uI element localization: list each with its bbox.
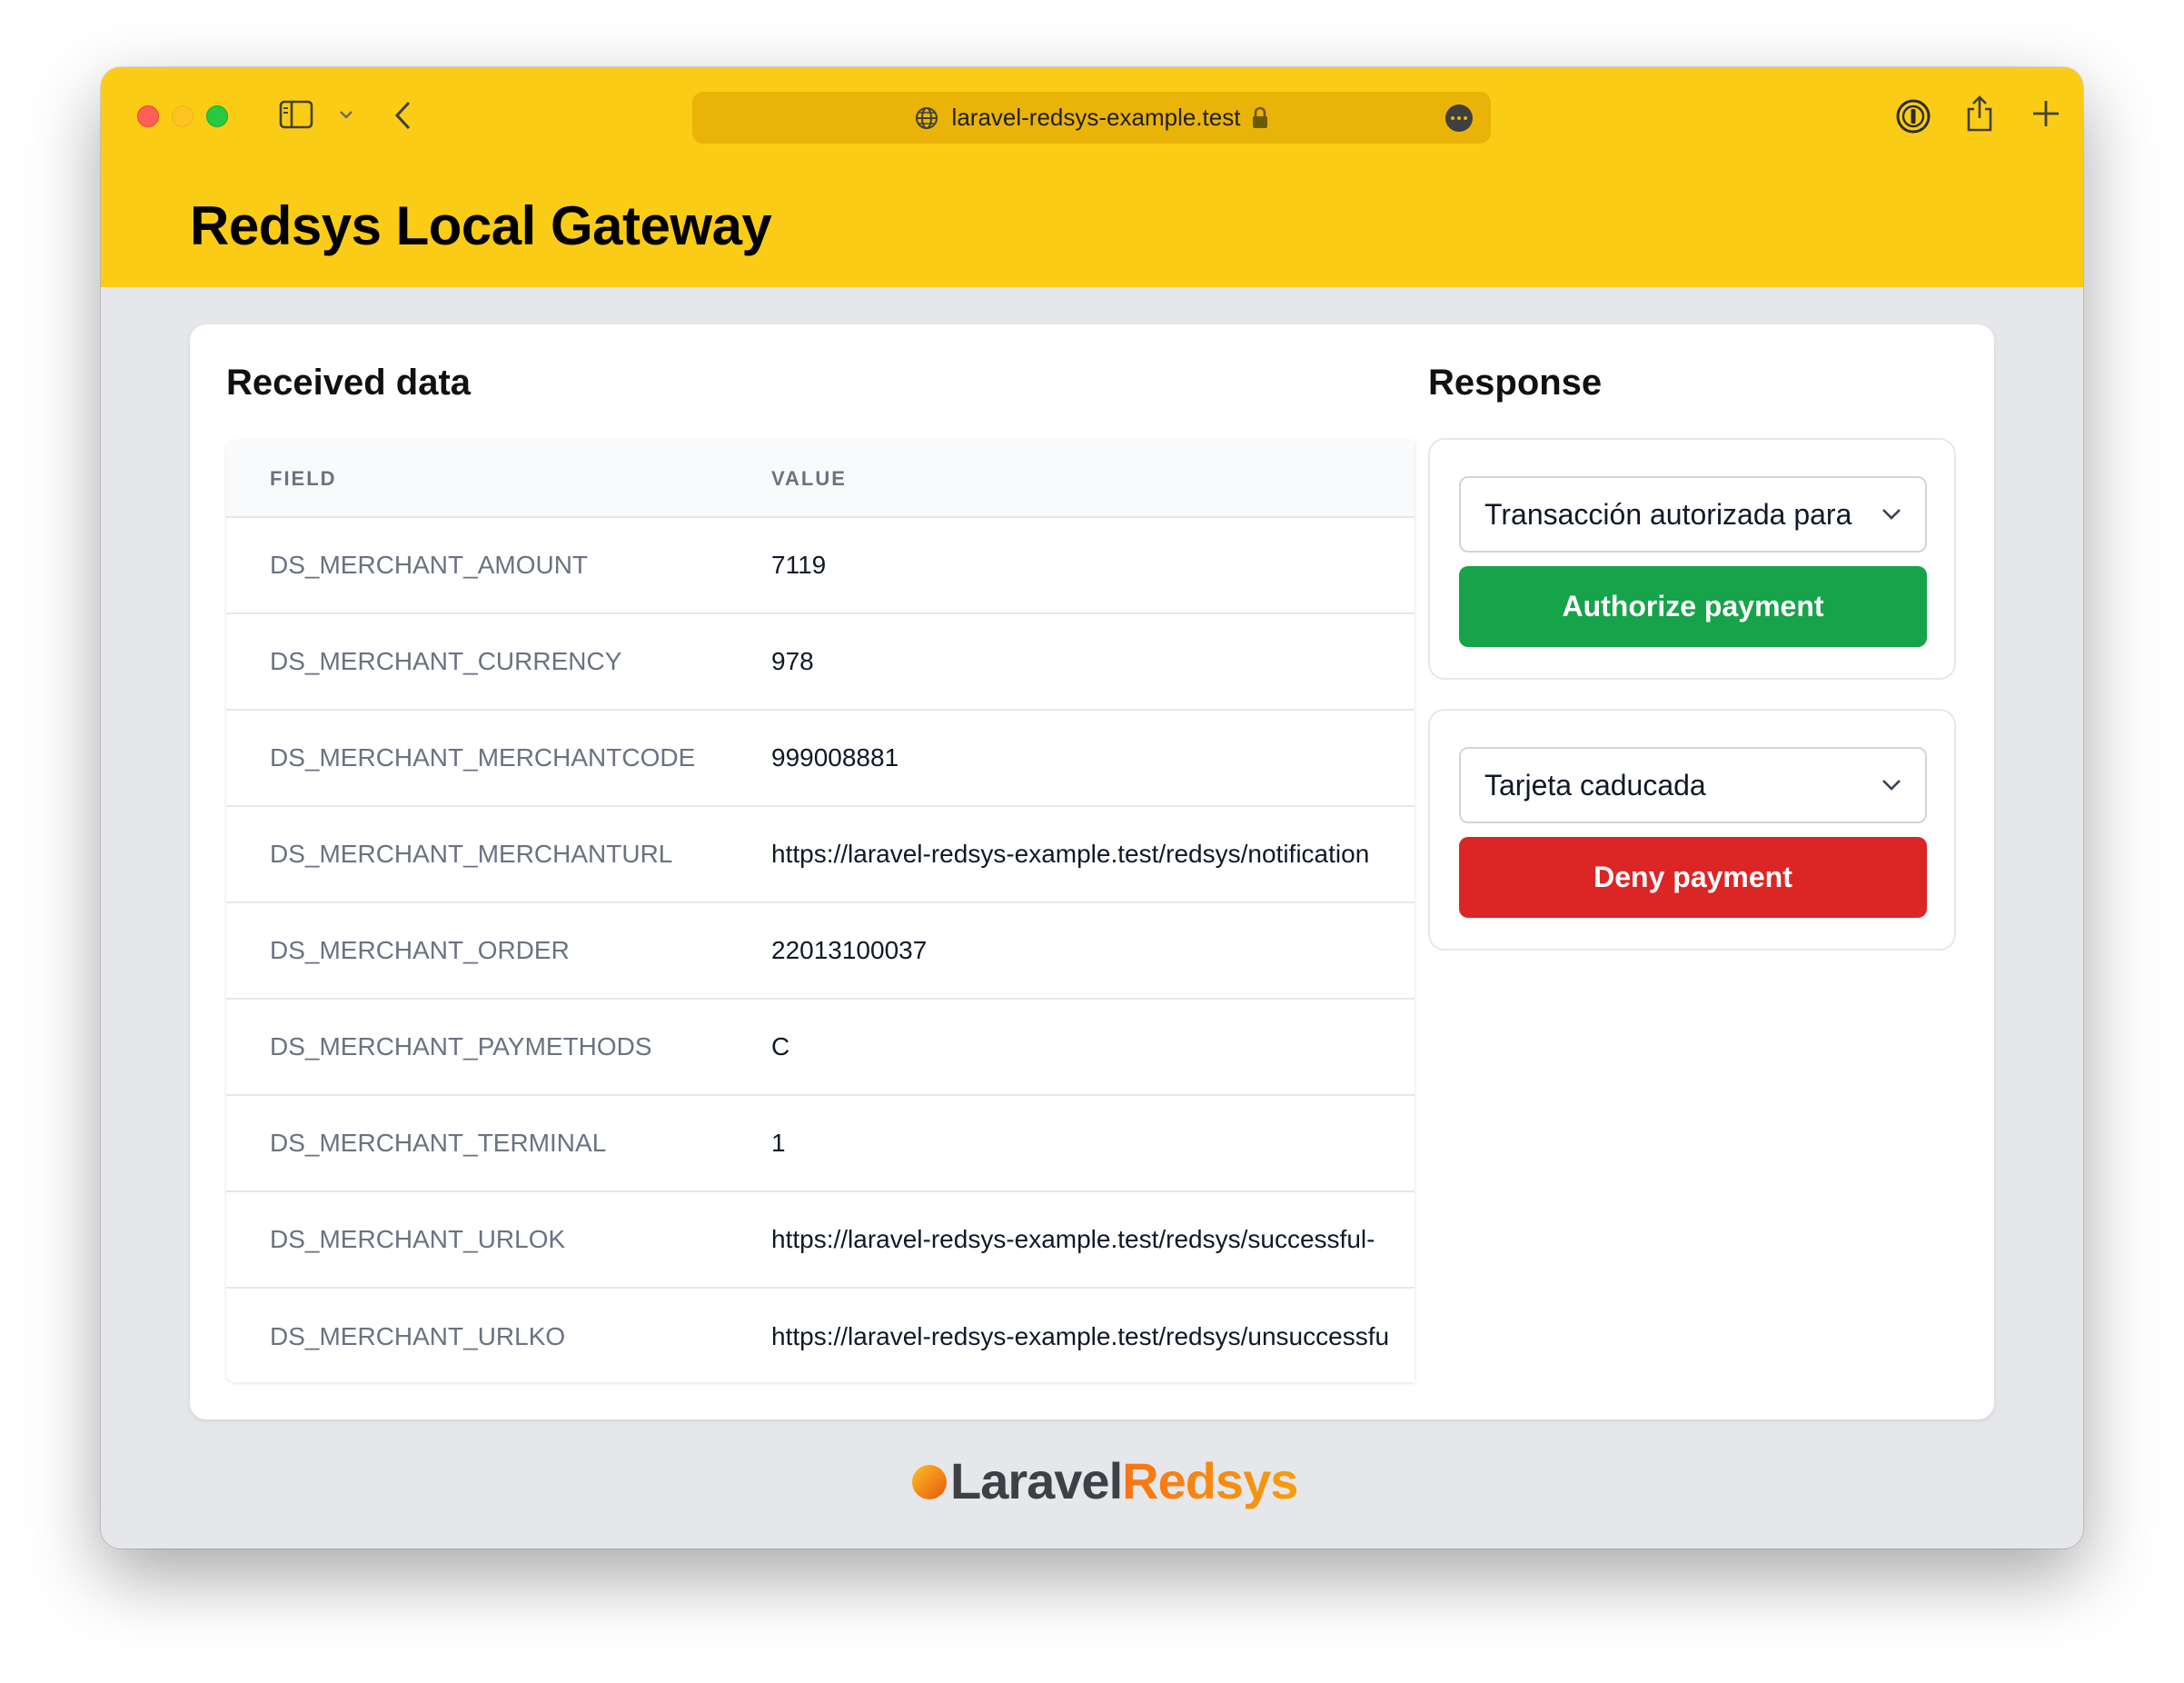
authorize-response-select[interactable]: Transacción autorizada para [1459,476,1927,553]
table-row: DS_MERCHANT_PAYMETHODS C [226,999,1415,1096]
field-name: DS_MERCHANT_MERCHANTURL [226,806,728,903]
received-data-table: FIELD VALUE DS_MERCHANT_AMOUNT 7119 DS_M… [226,441,1415,1382]
lock-icon [1251,106,1269,130]
table-row: DS_MERCHANT_URLKO https://laravel-redsys… [226,1288,1415,1382]
zoom-window-button[interactable] [206,105,228,127]
table-row: DS_MERCHANT_TERMINAL 1 [226,1095,1415,1192]
field-value: 1 [728,1095,1415,1192]
table-row: DS_MERCHANT_CURRENCY 978 [226,613,1415,711]
field-name: DS_MERCHANT_AMOUNT [226,517,728,614]
logo-text-redsys: Redsys [1122,1451,1298,1509]
field-name: DS_MERCHANT_URLKO [270,1321,566,1350]
field-name: DS_MERCHANT_TERMINAL [226,1095,728,1192]
logo-text-laravel: Laravel [950,1451,1123,1509]
field-value: 22013100037 [728,902,1415,1000]
field-name: DS_MERCHANT_CURRENCY [226,613,728,711]
address-url: laravel-redsys-example.test [951,104,1241,131]
field-name: DS_MERCHANT_PAYMETHODS [226,999,728,1096]
site-header: laravel-redsys-example.test Redsys Local… [101,67,2083,287]
new-tab-icon[interactable] [2030,98,2061,129]
page-menu-icon[interactable] [1445,105,1473,132]
chevron-down-icon [1880,502,1903,525]
chevron-down-icon [1880,772,1903,796]
deny-selected-value: Tarjeta caducada [1484,768,1706,802]
logo-ball-icon [912,1465,947,1499]
field-value: https://laravel-redsys-example.test/reds… [728,1191,1415,1289]
field-value: https://laravel-redsys-example.test/reds… [728,806,1415,903]
field-value: 7119 [728,517,1415,614]
authorize-payment-button[interactable]: Authorize payment [1459,566,1927,647]
table-row: DS_MERCHANT_URLOK https://laravel-redsys… [226,1191,1415,1289]
gateway-card: Received data FIELD VALUE DS_MERCHANT_AM… [190,324,1994,1419]
password-manager-icon[interactable] [1895,98,1931,134]
received-data-title: Received data [226,363,472,403]
field-name: DS_MERCHANT_URLOK [226,1191,728,1289]
response-title: Response [1428,363,1603,403]
table-row: DS_MERCHANT_MERCHANTURL https://laravel-… [226,806,1415,903]
field-value: C [728,999,1415,1096]
field-value: 999008881 [728,710,1415,807]
globe-icon [914,105,939,131]
close-window-button[interactable] [137,105,159,127]
minimize-window-button[interactable] [172,105,194,127]
back-icon[interactable] [393,100,413,131]
page-title: Redsys Local Gateway [190,195,772,256]
deny-payment-button[interactable]: Deny payment [1459,837,1927,918]
authorize-panel: Transacción autorizada para Authorize pa… [1428,438,1956,680]
address-bar[interactable]: laravel-redsys-example.test [692,92,1491,144]
table-row: DS_MERCHANT_AMOUNT 7119 [226,517,1415,614]
authorize-selected-value: Transacción autorizada para [1484,497,1852,531]
table-row: DS_MERCHANT_ORDER 22013100037 [226,902,1415,1000]
field-name: DS_MERCHANT_ORDER [226,902,728,1000]
field-name: DS_MERCHANT_MERCHANTCODE [226,710,728,807]
deny-panel: Tarjeta caducada Deny payment [1428,709,1956,951]
deny-response-select[interactable]: Tarjeta caducada [1459,747,1927,823]
column-header-value: VALUE [728,441,1415,518]
field-value: https://laravel-redsys-example.test/reds… [771,1321,1390,1350]
field-value: 978 [728,613,1415,711]
laravel-redsys-logo: Laravel Redsys [912,1449,1298,1512]
share-icon[interactable] [1964,95,1995,133]
table-row: DS_MERCHANT_MERCHANTCODE 999008881 [226,710,1415,807]
browser-window: laravel-redsys-example.test Redsys Local… [101,67,2083,1549]
sidebar-toggle-icon[interactable] [279,100,313,129]
chevron-down-icon[interactable] [339,109,353,120]
column-header-field: FIELD [226,441,728,518]
table-header-row: FIELD VALUE [226,441,1415,518]
